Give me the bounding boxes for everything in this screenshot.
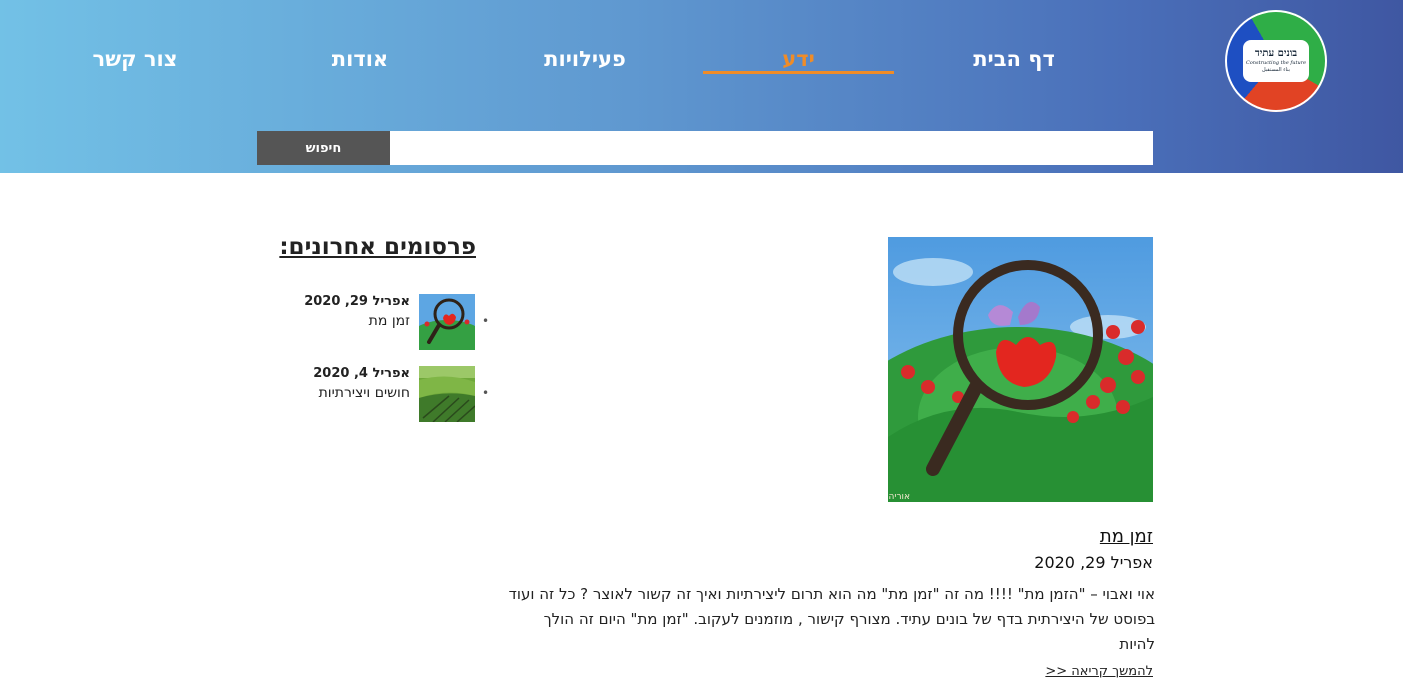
post-title-link[interactable]: זמן מת [900,526,1153,547]
search-bar: חיפוש [257,131,1153,165]
recent-post-date: אפריל 4, 2020 [313,366,410,381]
read-more-link[interactable]: להמשך קריאה << [900,664,1153,679]
search-button[interactable]: חיפוש [257,131,390,165]
recent-posts-heading: פרסומים אחרונים: [279,234,476,260]
logo-subtitle: Constructing the future [1245,60,1307,66]
recent-post-thumbnail[interactable] [419,294,475,350]
post-featured-image[interactable]: אוריה [888,237,1153,502]
search-input[interactable] [390,131,1153,165]
recent-post-date: אפריל 29, 2020 [304,294,410,309]
post-date: אפריל 29, 2020 [1034,553,1153,572]
svg-text:אוריה: אוריה [889,492,910,502]
post-excerpt: אוי ואבוי – "הזמן מת" !!!! מה זה "זמן מת… [508,585,1155,653]
nav-home[interactable]: דף הבית [960,42,1068,76]
recent-post-link[interactable]: חושים ויצירתיות [270,385,410,401]
site-logo[interactable]: בונים עתיד Constructing the future بناء … [1225,10,1327,112]
nav-about[interactable]: אודות [320,42,400,76]
recent-post-thumbnail[interactable] [419,366,475,422]
vineyard-thumb [419,366,475,422]
recent-post-item[interactable]: • אפריל 4, 2020 חושים ויצירתיות [270,364,492,422]
logo-arabic: بناء المستقبل [1262,67,1290,73]
bullet-icon: • [482,314,490,328]
magnifier-painting: אוריה [888,237,1153,502]
nav-activities[interactable]: פעילויות [530,42,640,76]
bullet-icon: • [482,386,490,400]
logo-badge: בונים עתיד Constructing the future بناء … [1243,40,1309,82]
magnifier-thumb [419,294,475,350]
nav-active-underline [703,71,894,74]
recent-post-link[interactable]: זמן מת [270,313,410,329]
recent-post-item[interactable]: • אפריל 29, 2020 זמן מת [270,292,492,350]
logo-title: בונים עתיד [1254,48,1298,59]
site-header: בונים עתיד Constructing the future بناء … [0,0,1403,173]
nav-contact[interactable]: צור קשר [85,42,185,76]
